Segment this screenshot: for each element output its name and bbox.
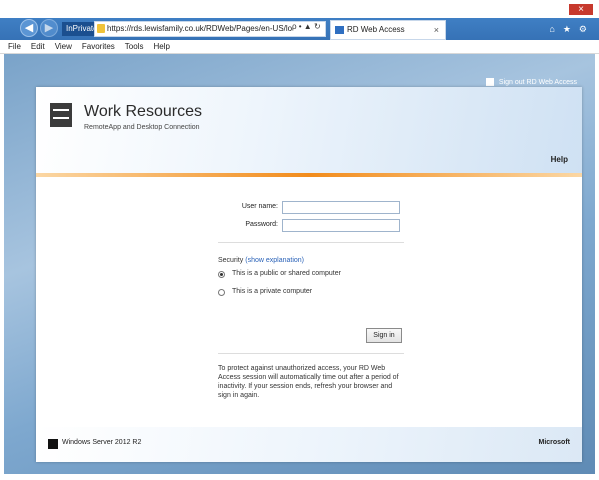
browser-window: ◀ ▶ InPrivate https://rds.lewisfamily.co…: [0, 0, 599, 480]
sign-in-button[interactable]: Sign in: [366, 328, 402, 343]
menu-help[interactable]: Help: [153, 40, 169, 53]
divider: [218, 353, 404, 354]
security-section: Security (show explanation): [218, 257, 304, 264]
favicon-icon: [335, 26, 344, 34]
public-computer-label[interactable]: This is a public or shared computer: [232, 270, 341, 277]
sign-out-label: Sign out RD Web Access: [498, 78, 577, 86]
sign-out-icon: [485, 78, 494, 86]
lock-icon: [97, 24, 105, 33]
os-label: Windows Server 2012 R2: [62, 439, 142, 446]
public-computer-radio[interactable]: [218, 271, 225, 278]
tab-rd-web-access[interactable]: RD Web Access ×: [330, 20, 446, 40]
username-field[interactable]: [282, 201, 400, 214]
microsoft-brand: Microsoft: [538, 439, 571, 446]
password-field[interactable]: [282, 219, 400, 232]
page-viewport: Sign out RD Web Access Work Resources Re…: [4, 54, 595, 474]
address-controls[interactable]: ρ • ▲ ↻: [292, 22, 321, 31]
forward-button[interactable]: ▶: [40, 19, 58, 37]
username-label: User name:: [241, 203, 278, 210]
sign-out-link[interactable]: Sign out RD Web Access: [485, 78, 577, 86]
menu-tools[interactable]: Tools: [125, 40, 144, 53]
private-computer-radio[interactable]: [218, 289, 225, 296]
private-computer-label[interactable]: This is a private computer: [232, 288, 312, 295]
minimize-button[interactable]: –: [541, 4, 547, 15]
header-divider: [36, 173, 582, 177]
divider: [218, 242, 404, 243]
panel-footer: Windows Server 2012 R2 Microsoft: [36, 427, 582, 462]
rd-logo-icon: [50, 103, 72, 127]
menu-favorites[interactable]: Favorites: [82, 40, 115, 53]
menu-view[interactable]: View: [55, 40, 72, 53]
maximize-button[interactable]: □: [555, 4, 561, 15]
favorites-icon[interactable]: ★: [563, 24, 571, 35]
page-subtitle: RemoteApp and Desktop Connection: [84, 124, 200, 131]
tab-close-icon[interactable]: ×: [434, 21, 439, 39]
login-panel: Work Resources RemoteApp and Desktop Con…: [36, 87, 582, 462]
password-label: Password:: [245, 221, 278, 228]
page-title: Work Resources: [84, 103, 202, 120]
window-controls: – □ ×: [541, 4, 593, 15]
back-button[interactable]: ◀: [20, 19, 38, 37]
security-label: Security: [218, 257, 244, 264]
settings-gear-icon[interactable]: ⚙: [579, 24, 587, 35]
menu-file[interactable]: File: [8, 40, 21, 53]
browser-toolbar-icons: ⌂ ★ ⚙: [549, 24, 587, 35]
show-explanation-link[interactable]: (show explanation): [245, 257, 304, 264]
address-text: https://rds.lewisfamily.co.uk/RDWeb/Page…: [107, 24, 293, 33]
tab-title: RD Web Access: [347, 25, 405, 34]
windows-logo-icon: [48, 439, 58, 449]
menu-edit[interactable]: Edit: [31, 40, 45, 53]
close-window-button[interactable]: ×: [569, 4, 593, 15]
home-icon[interactable]: ⌂: [549, 24, 554, 35]
help-link[interactable]: Help: [551, 155, 568, 164]
menu-bar: File Edit View Favorites Tools Help: [0, 40, 599, 54]
panel-header: Work Resources RemoteApp and Desktop Con…: [36, 87, 582, 173]
timeout-notice: To protect against unauthorized access, …: [218, 365, 399, 399]
